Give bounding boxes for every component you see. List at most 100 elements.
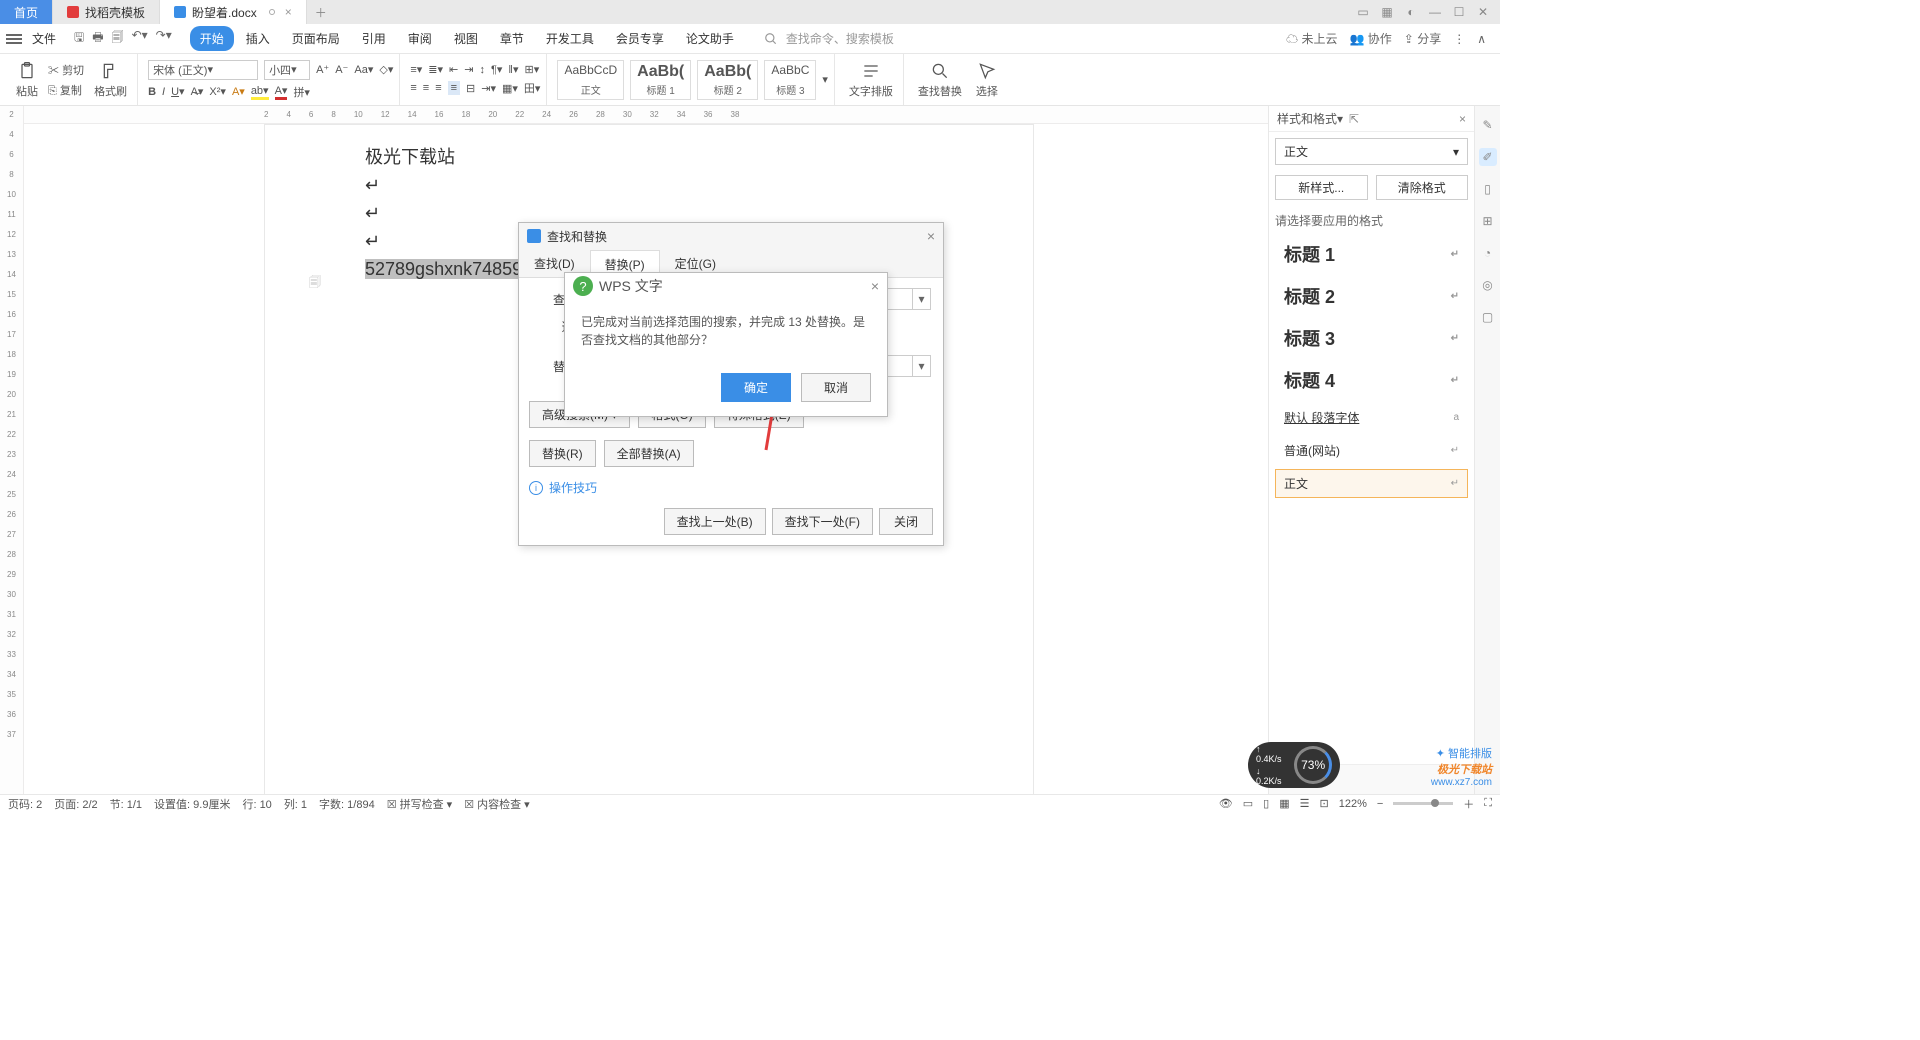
menu-thesis[interactable]: 论文助手 (676, 26, 744, 51)
styles-more-button[interactable]: ▾ (822, 73, 828, 86)
cut-button[interactable]: ✂ 剪切 (48, 62, 84, 78)
menu-vip[interactable]: 会员专享 (606, 26, 674, 51)
net-speed-widget[interactable]: ↑ 0.4K/s ↓ 0.2K/s 73% (1248, 742, 1340, 788)
cloud-status[interactable]: ☁ 未上云 (1286, 30, 1337, 47)
new-tab-button[interactable]: ＋ (307, 0, 335, 24)
select-button[interactable]: 选择 (972, 61, 1002, 99)
status-spellcheck[interactable]: ☒ 拼写检查 ▾ (387, 796, 453, 812)
align-left-button[interactable]: ≡ (410, 82, 416, 94)
style-normal[interactable]: AaBbCcD正文 (557, 60, 624, 100)
panel-pin-icon[interactable]: ⇱ (1349, 112, 1359, 126)
italic-button[interactable]: I (162, 86, 165, 98)
sort-button[interactable]: ↕ (479, 64, 485, 76)
status-wordcount[interactable]: 字数: 1/894 (319, 796, 375, 812)
find-prev-button[interactable]: 查找上一处(B) (664, 508, 766, 535)
menu-reference[interactable]: 引用 (352, 26, 396, 51)
bold-button[interactable]: B (148, 86, 156, 98)
close-window-button[interactable]: ✕ (1474, 5, 1492, 19)
confirm-titlebar[interactable]: ? WPS 文字 × (565, 273, 887, 299)
apps-icon[interactable]: ▦ (1378, 5, 1396, 19)
change-case-button[interactable]: Aa▾ (354, 63, 373, 76)
layout-icon[interactable]: ▭ (1354, 5, 1372, 19)
cooperate-link[interactable]: 👥 协作 (1350, 30, 1392, 47)
strike-button[interactable]: A̶▾ (191, 85, 204, 98)
dialog-close-button[interactable]: × (927, 228, 935, 244)
clear-style-button[interactable]: 清除格式 (1376, 175, 1469, 200)
minimize-button[interactable]: — (1426, 5, 1444, 19)
avatar-icon[interactable]: ◐ (1402, 5, 1420, 19)
grow-font-button[interactable]: A⁺ (316, 63, 329, 76)
find-replace-button[interactable]: 查找替换 (914, 61, 966, 99)
style-item-h4[interactable]: 标题 4↵ (1275, 361, 1468, 399)
phonetic-button[interactable]: 拼▾ (293, 84, 310, 100)
redo-button[interactable]: ↷▾ (156, 28, 172, 49)
select-pane-icon[interactable]: ▯ (1479, 180, 1497, 198)
menu-insert[interactable]: 插入 (236, 26, 280, 51)
close-dialog-button[interactable]: 关闭 (879, 508, 933, 535)
status-line[interactable]: 行: 10 (242, 796, 271, 812)
distribute-button[interactable]: ⊟ (466, 82, 475, 95)
fullscreen-icon[interactable]: ⛶ (1484, 797, 1492, 810)
font-color-button[interactable]: A▾ (275, 84, 288, 100)
style-h3[interactable]: AaBbC标题 3 (764, 60, 816, 100)
collapse-ribbon-icon[interactable]: ∧ (1477, 32, 1486, 46)
copy-button[interactable]: ⎘ 复制 (48, 82, 84, 98)
font-size-select[interactable]: 小四 ▾ (264, 60, 310, 80)
toolbox-icon[interactable]: ✎ (1479, 116, 1497, 134)
highlight-color-button[interactable]: ab▾ (251, 84, 269, 100)
menu-pagelayout[interactable]: 页面布局 (282, 26, 350, 51)
style-item-body[interactable]: 正文↵ (1275, 469, 1468, 498)
menu-start[interactable]: 开始 (190, 26, 234, 51)
super-sub-button[interactable]: X²▾ (209, 85, 226, 98)
borders-button[interactable]: ⊞▾ (525, 63, 540, 76)
bullets-button[interactable]: ≡▾ (410, 63, 422, 76)
zoom-out-button[interactable]: − (1377, 798, 1383, 810)
menu-view[interactable]: 视图 (444, 26, 488, 51)
clipboard-pane-icon[interactable]: ⊞ (1479, 212, 1497, 230)
text-effect-button[interactable]: A▾ (232, 85, 245, 98)
preview-button[interactable]: 🗐 (112, 28, 124, 49)
fit-width-icon[interactable]: ⊡ (1320, 797, 1329, 810)
zoom-level[interactable]: 122% (1339, 798, 1367, 810)
increase-indent-button[interactable]: ⇥ (464, 63, 473, 76)
tab-close-button[interactable]: × (285, 5, 292, 19)
status-position[interactable]: 设置值: 9.9厘米 (154, 796, 230, 812)
align-center-button[interactable]: ≡ (423, 82, 429, 94)
style-item-h2[interactable]: 标题 2↵ (1275, 277, 1468, 315)
decrease-indent-button[interactable]: ⇤ (449, 63, 458, 76)
reading-pane-icon[interactable]: ▢ (1479, 308, 1497, 326)
align-right-button[interactable]: ≡ (435, 82, 441, 94)
view-page-icon[interactable]: ▯ (1263, 797, 1269, 810)
format-brush-button[interactable]: 格式刷 (90, 61, 131, 99)
replace-one-button[interactable]: 替换(R) (529, 440, 596, 467)
position-pane-icon[interactable]: ◎ (1479, 276, 1497, 294)
zoom-in-button[interactable]: ＋ (1463, 796, 1474, 812)
share-link[interactable]: ⇪ 分享 (1404, 30, 1441, 47)
read-mode-icon[interactable]: ▭ (1243, 797, 1253, 810)
maximize-button[interactable]: ☐ (1450, 5, 1468, 19)
status-col[interactable]: 列: 1 (284, 796, 307, 812)
numbering-button[interactable]: ≣▾ (428, 63, 443, 76)
style-item-h3[interactable]: 标题 3↵ (1275, 319, 1468, 357)
tab-button[interactable]: ⇥▾ (481, 82, 496, 95)
style-item-normal-web[interactable]: 普通(网站)↵ (1275, 436, 1468, 465)
empty-para[interactable]: ↵ (365, 171, 1033, 199)
tab-home[interactable]: 首页 (0, 0, 53, 24)
paste-button[interactable]: 粘贴 (12, 61, 42, 99)
underline-button[interactable]: U▾ (171, 85, 184, 98)
style-h1[interactable]: AaBb(标题 1 (630, 60, 691, 100)
tab-document[interactable]: 盼望着.docx × (160, 0, 307, 24)
print-button[interactable]: 🖶 (92, 28, 103, 49)
current-style-select[interactable]: 正文▾ (1275, 138, 1468, 165)
align-justify-button[interactable]: ≡ (448, 81, 460, 95)
new-style-button[interactable]: 新样式... (1275, 175, 1368, 200)
view-outline-icon[interactable]: ☰ (1300, 797, 1310, 810)
menu-devtools[interactable]: 开发工具 (536, 26, 604, 51)
cancel-button[interactable]: 取消 (801, 373, 871, 402)
operation-tips-link[interactable]: i 操作技巧 (519, 473, 943, 502)
menu-review[interactable]: 审阅 (398, 26, 442, 51)
ok-button[interactable]: 确定 (721, 373, 791, 402)
view-web-icon[interactable]: ▦ (1279, 797, 1289, 810)
style-h2[interactable]: AaBb(标题 2 (697, 60, 758, 100)
shrink-font-button[interactable]: A⁻ (335, 63, 348, 76)
